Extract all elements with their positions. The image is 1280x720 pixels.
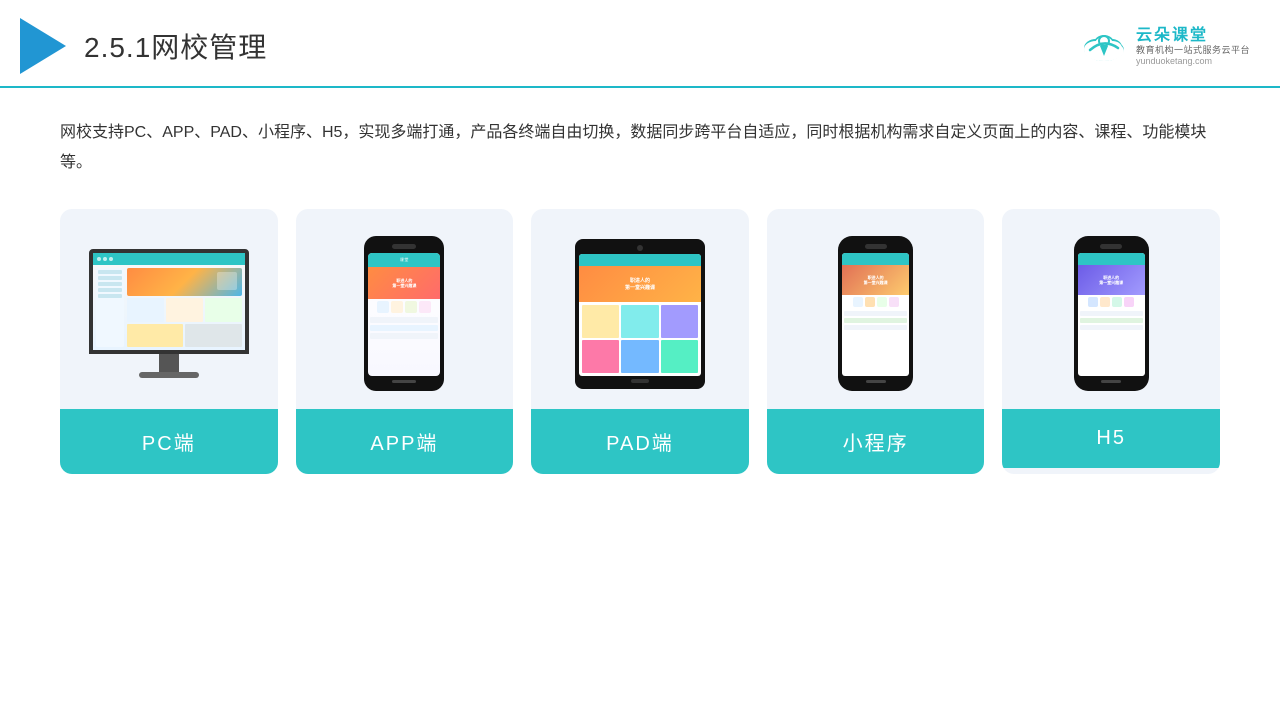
title-prefix: 2.5.1	[84, 32, 151, 63]
brand-cloud-icon	[1080, 28, 1128, 64]
pc-monitor-icon	[89, 249, 249, 378]
card-pad: 职进人的第一堂兴趣课	[531, 209, 749, 474]
card-pc: PC端	[60, 209, 278, 474]
miniprogram-phone-icon: 职进人的第一堂兴趣课	[838, 236, 913, 391]
brand-name-text: 云朵课堂	[1136, 26, 1250, 45]
pc-image-area	[60, 209, 278, 409]
main-content: 网校支持PC、APP、PAD、小程序、H5，实现多端打通，产品各终端自由切换，数…	[0, 88, 1280, 494]
app-phone-icon: 课堂 职进人的第一堂兴趣课	[364, 236, 444, 391]
miniprogram-image-area: 职进人的第一堂兴趣课	[767, 209, 985, 409]
card-miniprogram: 职进人的第一堂兴趣课	[767, 209, 985, 474]
pad-tablet-icon: 职进人的第一堂兴趣课	[575, 239, 705, 389]
title-main: 网校管理	[151, 32, 267, 63]
header-left: 2.5.1网校管理	[20, 18, 267, 74]
brand-url-text: yunduoketang.com	[1136, 56, 1250, 67]
brand-text: 云朵课堂 教育机构一站式服务云平台 yunduoketang.com	[1136, 26, 1250, 67]
card-h5-label: H5	[1002, 409, 1220, 468]
brand-logo: 云朵课堂 教育机构一站式服务云平台 yunduoketang.com	[1080, 26, 1250, 67]
header: 2.5.1网校管理 云朵课堂 教育机构一站式服务云平台	[0, 0, 1280, 88]
card-app-label: APP端	[296, 409, 514, 474]
cards-container: PC端 课堂 职进人的第一堂兴趣课	[60, 209, 1220, 474]
brand-sub-text: 教育机构一站式服务云平台	[1136, 45, 1250, 56]
description-text: 网校支持PC、APP、PAD、小程序、H5，实现多端打通，产品各终端自由切换，数…	[60, 118, 1220, 179]
logo-triangle-icon	[20, 18, 66, 74]
h5-image-area: 职进人的第一堂兴趣课	[1002, 209, 1220, 409]
h5-phone-icon: 职进人的第一堂兴趣课	[1074, 236, 1149, 391]
pad-image-area: 职进人的第一堂兴趣课	[531, 209, 749, 409]
card-pad-label: PAD端	[531, 409, 749, 474]
app-image-area: 课堂 职进人的第一堂兴趣课	[296, 209, 514, 409]
card-h5: 职进人的第一堂兴趣课	[1002, 209, 1220, 474]
page-title: 2.5.1网校管理	[84, 26, 267, 66]
card-miniprogram-label: 小程序	[767, 409, 985, 474]
card-app: 课堂 职进人的第一堂兴趣课	[296, 209, 514, 474]
card-pc-label: PC端	[60, 409, 278, 474]
